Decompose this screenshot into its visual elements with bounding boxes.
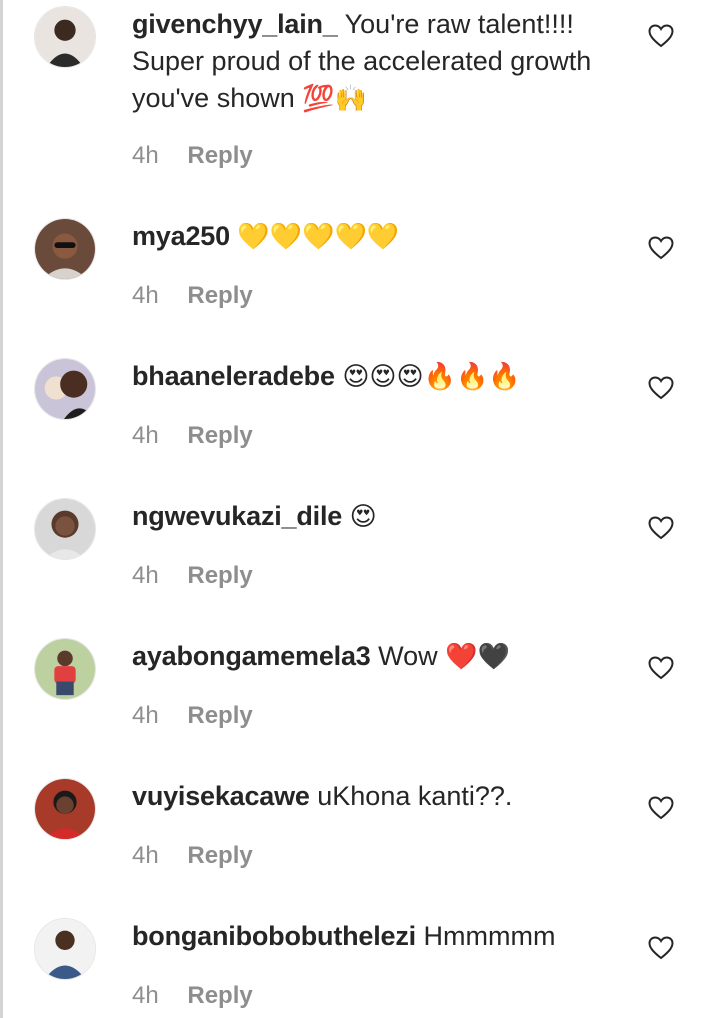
comment-time: 4h <box>132 562 159 589</box>
comment-body: ngwevukazi_dile 😍 <box>132 498 632 536</box>
left-edge-divider <box>0 0 3 1018</box>
comment-username[interactable]: bonganibobobuthelezi <box>132 921 416 951</box>
reply-button[interactable]: Reply <box>187 142 252 169</box>
comment-emoji: ❤️🖤 <box>445 642 510 672</box>
reply-button[interactable]: Reply <box>187 982 252 1009</box>
comment-emoji: 💯🙌 <box>302 84 368 114</box>
comment-time: 4h <box>132 842 159 869</box>
comment-time: 4h <box>132 282 159 309</box>
avatar[interactable] <box>34 218 96 280</box>
comment-time: 4h <box>132 982 159 1009</box>
comment-meta: 4h Reply <box>132 842 253 870</box>
reply-button[interactable]: Reply <box>187 422 252 449</box>
comment-time: 4h <box>132 702 159 729</box>
like-heart-icon[interactable] <box>648 376 674 400</box>
comment-meta: 4h Reply <box>132 982 253 1010</box>
comment-time: 4h <box>132 142 159 169</box>
avatar[interactable] <box>34 6 96 68</box>
comment-meta: 4h Reply <box>132 562 253 590</box>
avatar[interactable] <box>34 358 96 420</box>
like-heart-icon[interactable] <box>648 936 674 960</box>
comment-username[interactable]: mya250 <box>132 221 230 251</box>
avatar[interactable] <box>34 638 96 700</box>
comment-body: ayabongamemela3 Wow ❤️🖤 <box>132 638 632 676</box>
comment-text: Hmmmmm <box>423 921 556 951</box>
comment-username[interactable]: ngwevukazi_dile <box>132 501 342 531</box>
comment-body: vuyisekacawe uKhona kanti??. <box>132 778 632 816</box>
comment-meta: 4h Reply <box>132 142 253 170</box>
reply-button[interactable]: Reply <box>187 282 252 309</box>
like-heart-icon[interactable] <box>648 236 674 260</box>
avatar[interactable] <box>34 778 96 840</box>
comment-meta: 4h Reply <box>132 422 253 450</box>
avatar[interactable] <box>34 498 96 560</box>
comment-body: mya250 💛💛💛💛💛 <box>132 218 632 256</box>
comment-time: 4h <box>132 422 159 449</box>
reply-button[interactable]: Reply <box>187 562 252 589</box>
comment-username[interactable]: ayabongamemela3 <box>132 641 371 671</box>
like-heart-icon[interactable] <box>648 656 674 680</box>
like-heart-icon[interactable] <box>648 24 674 48</box>
like-heart-icon[interactable] <box>648 516 674 540</box>
comment-emoji: 😍😍😍🔥🔥🔥 <box>342 362 521 392</box>
comment-meta: 4h Reply <box>132 282 253 310</box>
comment-username[interactable]: vuyisekacawe <box>132 781 310 811</box>
comment-body: givenchyy_lain_ You're raw talent!!!! Su… <box>132 6 632 118</box>
reply-button[interactable]: Reply <box>187 842 252 869</box>
comment-username[interactable]: givenchyy_lain_ <box>132 9 338 39</box>
like-heart-icon[interactable] <box>648 796 674 820</box>
comment-meta: 4h Reply <box>132 702 253 730</box>
comment-emoji: 💛💛💛💛💛 <box>237 222 400 252</box>
reply-button[interactable]: Reply <box>187 702 252 729</box>
comment-text: Wow <box>378 641 438 671</box>
avatar[interactable] <box>34 918 96 980</box>
comment-body: bonganibobobuthelezi Hmmmmm <box>132 918 632 956</box>
comment-emoji: 😍 <box>349 502 377 532</box>
comment-username[interactable]: bhaaneleradebe <box>132 361 335 391</box>
comment-text: uKhona kanti??. <box>317 781 513 811</box>
comment-body: bhaaneleradebe 😍😍😍🔥🔥🔥 <box>132 358 632 396</box>
